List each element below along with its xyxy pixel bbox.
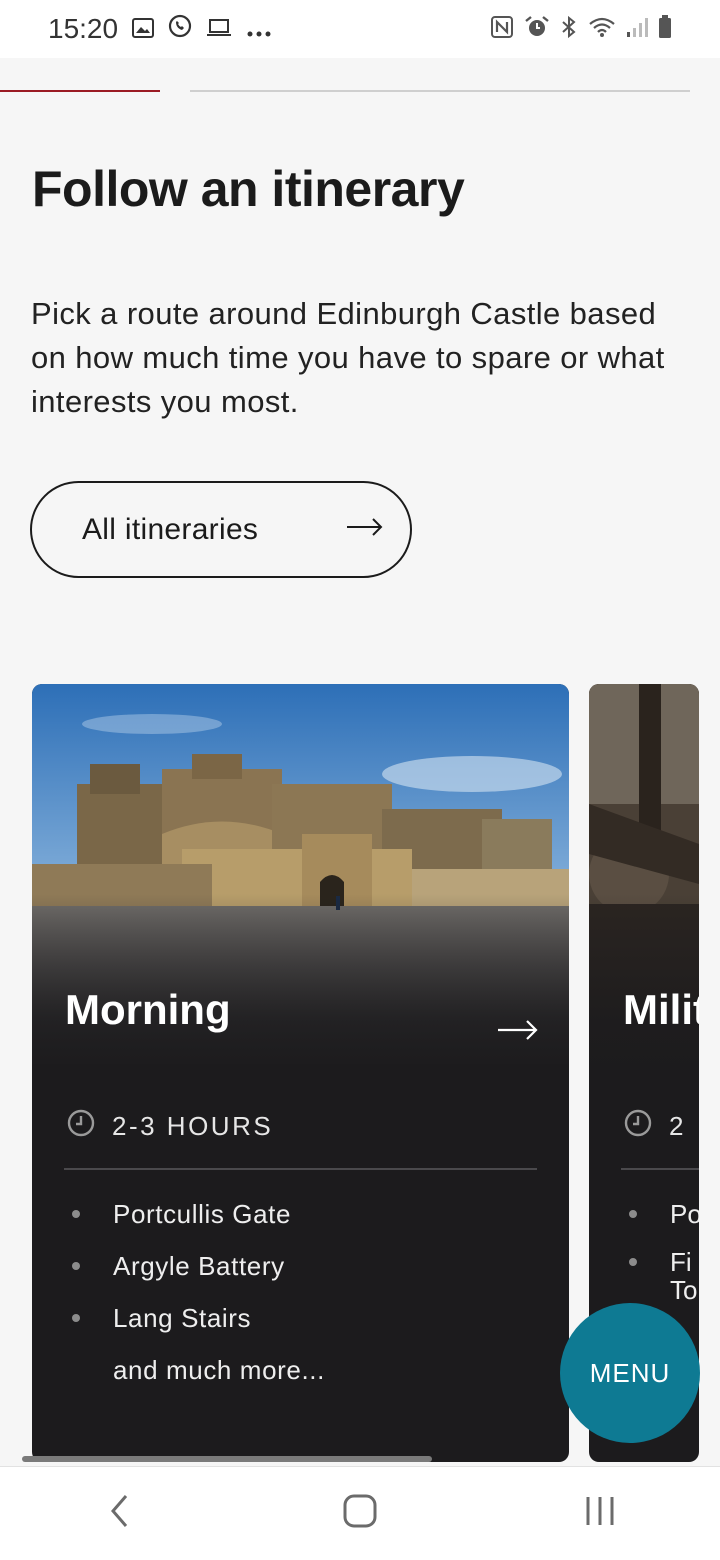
duration: 2 — [623, 1108, 683, 1145]
more-text: and much more... — [113, 1355, 325, 1385]
progress-segment-active — [0, 90, 160, 92]
itinerary-progress — [0, 90, 720, 93]
duration-label: 2 — [669, 1111, 684, 1141]
arrow-right-icon — [346, 517, 384, 542]
back-icon — [108, 1493, 132, 1534]
home-button[interactable] — [300, 1474, 420, 1554]
divider — [621, 1168, 699, 1170]
bullet-icon — [629, 1210, 637, 1218]
all-itineraries-label: All itineraries — [82, 512, 259, 546]
whatsapp-icon — [168, 13, 192, 45]
bullet-icon — [72, 1210, 80, 1218]
alarm-icon — [524, 15, 550, 44]
back-button[interactable] — [60, 1474, 180, 1554]
home-icon — [342, 1493, 378, 1534]
divider — [64, 1168, 537, 1170]
list-item: Lang Stairs — [32, 1300, 569, 1352]
image-icon — [132, 13, 155, 45]
menu-button-label: MENU — [589, 1357, 671, 1388]
intro-text: Pick a route around Edinburgh Castle bas… — [31, 296, 665, 419]
more-dots-icon — [246, 13, 272, 45]
progress-segment — [190, 90, 690, 92]
bullet-icon — [629, 1258, 637, 1266]
recents-icon — [584, 1495, 616, 1532]
laptop-icon — [206, 13, 232, 45]
horizontal-scrollbar[interactable] — [22, 1456, 432, 1462]
stop-list: Po Fi To — [589, 1196, 699, 1304]
status-time: 15:20 — [48, 13, 119, 44]
signal-icon — [626, 16, 648, 43]
page-title: Follow an itinerary — [32, 161, 465, 217]
battery-icon — [658, 14, 672, 44]
stop-list: Portcullis Gate Argyle Battery Lang Stai… — [32, 1196, 569, 1388]
bullet-icon — [72, 1314, 80, 1322]
duration-label: 2-3 HOURS — [112, 1111, 274, 1141]
status-bar: 15:20 — [0, 0, 720, 58]
all-itineraries-button[interactable]: All itineraries — [30, 481, 412, 578]
wifi-icon — [588, 16, 616, 43]
system-nav-bar — [0, 1466, 720, 1560]
arrow-right-icon[interactable] — [497, 1018, 539, 1047]
recents-button[interactable] — [540, 1474, 660, 1554]
duration: 2-3 HOURS — [66, 1108, 273, 1145]
list-item: Argyle Battery — [32, 1248, 569, 1300]
nfc-icon — [490, 15, 514, 44]
card-title: Morning — [65, 986, 231, 1033]
list-item: Portcullis Gate — [32, 1196, 569, 1248]
clock-icon — [623, 1108, 653, 1145]
list-item: Po — [589, 1196, 699, 1248]
itinerary-card-morning[interactable]: Morning 2-3 HOURS Portcullis Gate Argyle… — [32, 684, 569, 1462]
clock-icon — [66, 1108, 96, 1145]
bluetooth-icon — [560, 15, 578, 44]
bullet-icon — [72, 1262, 80, 1270]
card-title: Milit — [623, 986, 699, 1033]
list-item: Fi To — [589, 1248, 699, 1304]
menu-button[interactable]: MENU — [560, 1303, 700, 1443]
